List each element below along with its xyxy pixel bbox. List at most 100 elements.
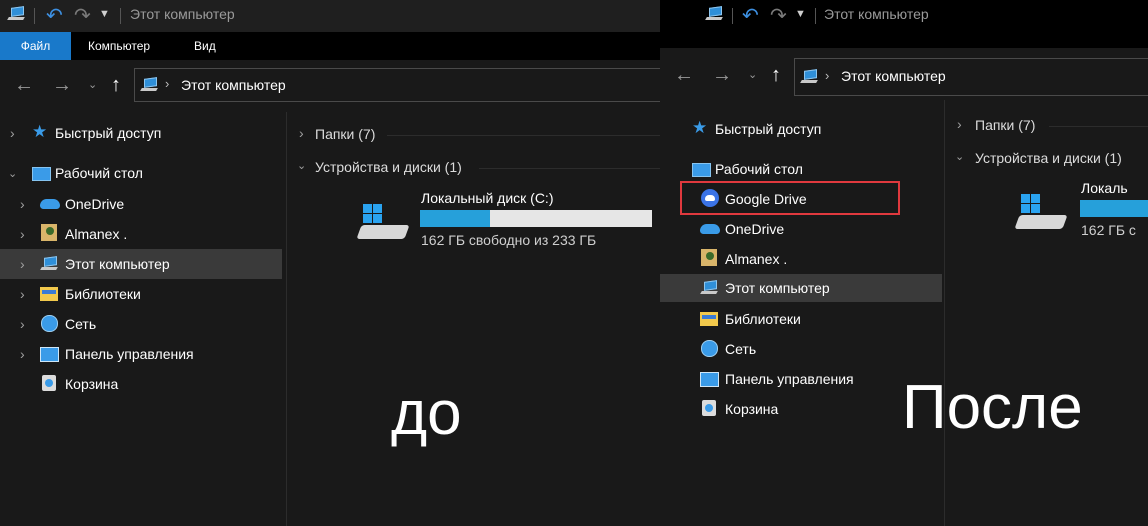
expand-chevron-icon[interactable]: ›	[20, 256, 25, 272]
quick-access-star-icon: ★	[692, 118, 708, 137]
tab-view[interactable]: Вид	[194, 32, 216, 60]
nav-item-this-pc-row[interactable]: › Этот компьютер	[0, 249, 282, 279]
nav-item-libraries[interactable]: Библиотеки	[725, 311, 801, 327]
drive-item-c[interactable]: Локальный диск (C:) 162 ГБ свободно из 2…	[353, 186, 660, 256]
address-bar[interactable]: › Этот компьютер	[134, 68, 674, 102]
content-pane: › Папки (7) ⌄ Устройства и диски (1) Лок…	[287, 112, 660, 526]
nav-item-recycle-bin[interactable]: Корзина	[65, 376, 118, 392]
ribbon: Файл Компьютер Вид	[0, 32, 660, 60]
window-title: Этот компьютер	[824, 6, 929, 22]
nav-item-onedrive[interactable]: OneDrive	[725, 221, 784, 237]
this-pc-icon	[7, 6, 26, 21]
up-arrow-icon[interactable]: ↑	[111, 74, 121, 97]
nav-item-this-pc[interactable]: Этот компьютер	[65, 256, 170, 272]
drive-windows-icon	[356, 200, 410, 244]
group-header-folders[interactable]: Папки (7)	[975, 117, 1035, 133]
libraries-folder-icon	[40, 287, 58, 301]
separator	[34, 8, 35, 24]
network-globe-icon	[41, 315, 58, 332]
undo-icon[interactable]: ↶	[46, 3, 63, 28]
recycle-bin-icon	[42, 375, 56, 391]
expand-chevron-icon[interactable]: ›	[20, 286, 25, 302]
group-header-folders[interactable]: Папки (7)	[315, 126, 375, 142]
nav-item-onedrive[interactable]: OneDrive	[65, 196, 124, 212]
collapse-chevron-icon[interactable]: ⌄	[955, 150, 964, 163]
group-header-line	[387, 135, 660, 136]
nav-item-recycle-bin[interactable]: Корзина	[725, 401, 778, 417]
drive-free-space: 162 ГБ с	[1081, 222, 1136, 238]
forward-arrow-icon[interactable]: →	[712, 64, 732, 87]
nav-item-control-panel[interactable]: Панель управления	[725, 371, 854, 387]
expand-chevron-icon[interactable]: ›	[299, 125, 304, 141]
customize-toolbar-icon[interactable]: ▼	[99, 8, 110, 20]
drive-usage-fill	[420, 210, 490, 227]
nav-item-network[interactable]: Сеть	[725, 341, 756, 357]
redo-icon[interactable]: ↷	[74, 3, 91, 28]
tab-computer[interactable]: Компьютер	[88, 32, 150, 60]
address-text: Этот компьютер	[841, 68, 946, 84]
customize-toolbar-icon[interactable]: ▼	[795, 8, 806, 20]
nav-item-desktop[interactable]: Рабочий стол	[715, 161, 803, 177]
expand-chevron-icon[interactable]: ›	[20, 226, 25, 242]
nav-toolbar: ← → ⌄ ↑ › Этот компьютер	[0, 60, 674, 112]
undo-icon[interactable]: ↶	[742, 3, 759, 28]
forward-arrow-icon[interactable]: →	[52, 74, 72, 97]
navigation-pane: ★ Быстрый доступ Рабочий стол Google Dri…	[660, 100, 944, 526]
title-bar: ↶ ↷ ▼ Этот компьютер	[0, 0, 660, 32]
expand-chevron-icon[interactable]: ›	[20, 346, 25, 362]
expand-chevron-icon[interactable]: ›	[20, 196, 25, 212]
nav-item-this-pc[interactable]: Этот компьютер	[725, 280, 830, 296]
navigation-pane: › ★ Быстрый доступ ⌄ Рабочий стол › OneD…	[0, 112, 286, 526]
drive-name: Локальный диск (C:)	[421, 190, 554, 206]
redo-icon[interactable]: ↷	[770, 3, 787, 28]
this-pc-icon	[40, 256, 59, 271]
nav-item-libraries[interactable]: Библиотеки	[65, 286, 141, 302]
drive-name: Локаль	[1081, 180, 1128, 196]
desktop-icon	[32, 167, 51, 181]
back-arrow-icon[interactable]: ←	[674, 64, 694, 87]
expand-chevron-icon[interactable]: ›	[957, 116, 962, 132]
background-window-title-strip: ↶ ↷ ▼ Этот компьютер	[660, 0, 1148, 48]
recent-locations-icon[interactable]: ⌄	[748, 68, 757, 81]
highlight-box	[680, 181, 900, 215]
separator	[120, 8, 121, 24]
this-pc-icon	[800, 69, 819, 84]
tab-file[interactable]: Файл	[0, 32, 71, 60]
expand-chevron-icon[interactable]: ›	[10, 125, 15, 141]
content-pane: › Папки (7) ⌄ Устройства и диски (1) Лок…	[945, 100, 1148, 526]
nav-toolbar: ← → ⌄ ↑ › Этот компьютер	[660, 48, 1148, 100]
desktop-icon	[692, 163, 711, 177]
drive-usage-bar	[420, 210, 652, 227]
up-arrow-icon[interactable]: ↑	[771, 64, 781, 87]
breadcrumb-chevron-icon[interactable]: ›	[825, 68, 829, 83]
window-title: Этот компьютер	[130, 6, 235, 22]
nav-item-user[interactable]: Almanex .	[725, 251, 787, 267]
nav-item-quick-access[interactable]: Быстрый доступ	[55, 125, 161, 141]
breadcrumb-chevron-icon[interactable]: ›	[165, 76, 169, 91]
control-panel-icon	[700, 372, 719, 387]
user-folder-icon	[701, 249, 717, 266]
nav-item-network[interactable]: Сеть	[65, 316, 96, 332]
caption-after: После	[902, 373, 1083, 442]
separator	[815, 8, 816, 24]
collapse-chevron-icon[interactable]: ⌄	[297, 159, 306, 172]
nav-item-this-pc-row[interactable]: Этот компьютер	[660, 274, 942, 302]
nav-item-user[interactable]: Almanex .	[65, 226, 127, 242]
caption-before: до	[391, 379, 462, 448]
address-bar[interactable]: › Этот компьютер	[794, 58, 1148, 96]
this-pc-icon	[705, 6, 724, 21]
nav-item-control-panel[interactable]: Панель управления	[65, 346, 194, 362]
recent-locations-icon[interactable]: ⌄	[88, 78, 97, 91]
drive-item-c[interactable]: Локаль 162 ГБ с	[1011, 176, 1148, 246]
nav-item-quick-access[interactable]: Быстрый доступ	[715, 121, 821, 137]
group-header-line	[1049, 126, 1148, 127]
group-header-devices[interactable]: Устройства и диски (1)	[315, 159, 462, 175]
drive-usage-fill	[1080, 200, 1148, 217]
group-header-devices[interactable]: Устройства и диски (1)	[975, 150, 1122, 166]
address-text: Этот компьютер	[181, 77, 286, 93]
expand-chevron-icon[interactable]: ›	[20, 316, 25, 332]
back-arrow-icon[interactable]: ←	[14, 74, 34, 97]
onedrive-cloud-icon	[40, 199, 60, 209]
nav-item-desktop[interactable]: Рабочий стол	[55, 165, 143, 181]
collapse-chevron-icon[interactable]: ⌄	[8, 167, 17, 180]
